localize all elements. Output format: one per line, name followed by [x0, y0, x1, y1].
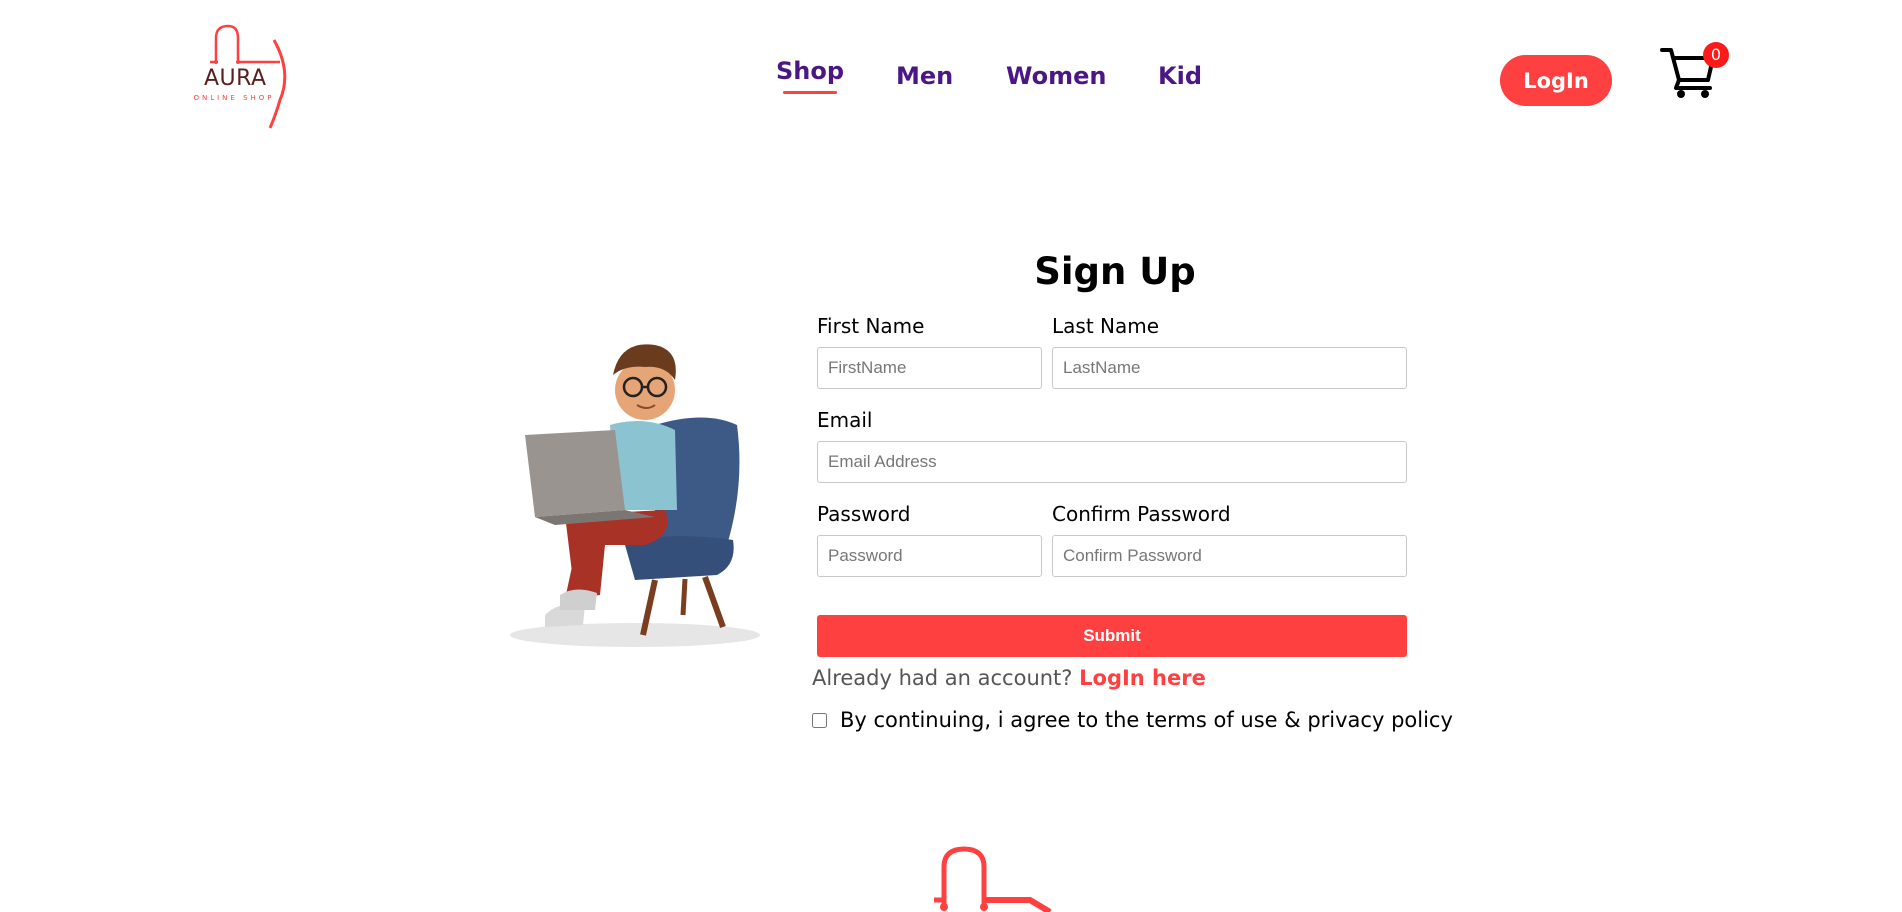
submit-button[interactable]: Submit — [817, 615, 1407, 657]
last-name-input[interactable] — [1052, 347, 1407, 389]
login-button[interactable]: LogIn — [1500, 55, 1612, 106]
already-account-text: Already had an account? LogIn here — [812, 666, 1206, 690]
terms-text: By continuing, i agree to the terms of u… — [840, 708, 1453, 732]
footer-logo — [930, 845, 1060, 912]
email-label: Email — [817, 408, 873, 432]
signup-page: AURA ONLINE SHOP Shop Men Women Kid LogI… — [0, 0, 1902, 912]
logo-tagline: ONLINE SHOP — [193, 94, 275, 102]
nav-item-kid[interactable]: Kid — [1158, 62, 1202, 90]
terms-checkbox[interactable] — [812, 713, 827, 728]
nav-item-men[interactable]: Men — [896, 62, 953, 90]
password-label: Password — [817, 502, 911, 526]
first-name-label: First Name — [817, 314, 925, 338]
nav-item-shop[interactable]: Shop — [776, 57, 844, 94]
login-here-link[interactable]: LogIn here — [1079, 666, 1206, 690]
nav-item-women[interactable]: Women — [1006, 62, 1106, 90]
email-input[interactable] — [817, 441, 1407, 483]
confirm-password-input[interactable] — [1052, 535, 1407, 577]
aura-logo[interactable]: AURA ONLINE SHOP — [180, 22, 295, 132]
cart-count-badge: 0 — [1703, 42, 1729, 68]
confirm-password-label: Confirm Password — [1052, 502, 1231, 526]
shopping-bag-logo-icon — [934, 846, 1052, 912]
first-name-input[interactable] — [817, 347, 1042, 389]
already-account-label: Already had an account? — [812, 666, 1073, 690]
logo-name: AURA — [204, 66, 267, 91]
man-with-laptop-illustration — [505, 335, 770, 650]
last-name-label: Last Name — [1052, 314, 1160, 338]
password-input[interactable] — [817, 535, 1042, 577]
signup-title: Sign Up — [1034, 250, 1196, 293]
